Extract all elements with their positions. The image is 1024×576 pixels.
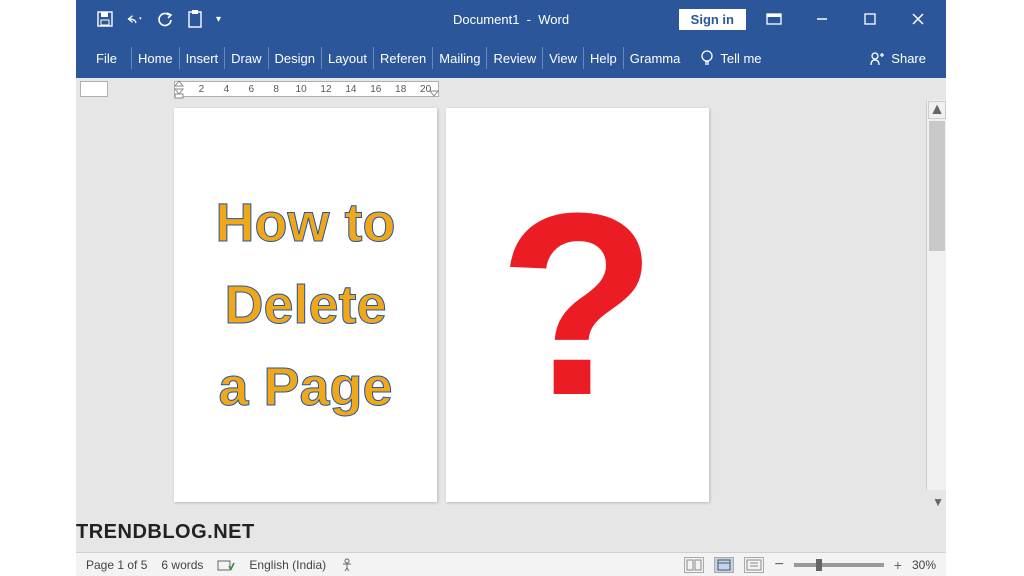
- ruler-tick: 4: [214, 84, 239, 95]
- undo-icon[interactable]: [126, 10, 144, 28]
- read-mode-icon[interactable]: [684, 557, 704, 573]
- tab-grammar[interactable]: Gramma: [623, 47, 687, 69]
- app-name: Word: [538, 12, 569, 27]
- watermark: TRENDBLOG.NET: [76, 521, 255, 544]
- zoom-out-icon[interactable]: −: [774, 556, 783, 574]
- ruler-area: 2 4 6 8 10 12 14 16 18 20: [76, 78, 946, 100]
- tab-draw[interactable]: Draw: [224, 47, 267, 69]
- tab-help[interactable]: Help: [583, 47, 623, 69]
- page1-line1[interactable]: How to: [216, 196, 396, 250]
- page-1[interactable]: How to Delete a Page: [174, 108, 437, 502]
- ribbon-display-icon[interactable]: [754, 4, 794, 34]
- spellcheck-icon[interactable]: [217, 558, 235, 572]
- statusbar-right: − + 30%: [684, 556, 936, 574]
- document-area[interactable]: How to Delete a Page ?: [76, 100, 946, 576]
- zoom-slider[interactable]: [794, 563, 884, 567]
- indent-marker-icon[interactable]: [173, 79, 185, 99]
- tab-design[interactable]: Design: [268, 47, 321, 69]
- qat-dropdown-icon[interactable]: ▾: [216, 14, 221, 25]
- ruler-tick: 14: [338, 84, 363, 95]
- zoom-slider-thumb[interactable]: [816, 559, 822, 571]
- tab-mailings[interactable]: Mailing: [432, 47, 486, 69]
- doc-name: Document1: [453, 12, 519, 27]
- ruler-tick: 8: [264, 84, 289, 95]
- paste-icon[interactable]: [186, 10, 204, 28]
- close-icon[interactable]: [898, 4, 938, 34]
- zoom-in-icon[interactable]: +: [894, 557, 902, 573]
- ribbon-tabs: File Home Insert Draw Design Layout Refe…: [76, 38, 946, 78]
- ruler-tick: 16: [363, 84, 388, 95]
- signin-button[interactable]: Sign in: [679, 9, 746, 30]
- titlebar-right: Sign in: [679, 4, 946, 34]
- statusbar: Page 1 of 5 6 words English (India) − + …: [76, 552, 946, 576]
- scroll-thumb[interactable]: [929, 121, 945, 251]
- tab-references[interactable]: Referen: [373, 47, 432, 69]
- accessibility-icon[interactable]: [340, 558, 354, 572]
- maximize-icon[interactable]: [850, 4, 890, 34]
- ruler-tick: 12: [314, 84, 339, 95]
- page-count[interactable]: Page 1 of 5: [86, 558, 147, 572]
- print-layout-icon[interactable]: [714, 557, 734, 573]
- ruler-tick: 2: [189, 84, 214, 95]
- tell-me-label: Tell me: [720, 51, 761, 66]
- save-icon[interactable]: [96, 10, 114, 28]
- scroll-down-icon[interactable]: ▼: [932, 495, 944, 509]
- window-title: Document1 - Word: [453, 12, 569, 27]
- vertical-scrollbar[interactable]: ▲: [926, 100, 946, 490]
- language-status[interactable]: English (India): [249, 558, 326, 572]
- tab-layout[interactable]: Layout: [321, 47, 373, 69]
- word-window: ▾ Document1 - Word Sign in File Home: [76, 0, 946, 576]
- tab-review[interactable]: Review: [486, 47, 542, 69]
- quick-access-toolbar: ▾: [76, 10, 221, 28]
- tell-me[interactable]: Tell me: [692, 50, 769, 66]
- tab-home[interactable]: Home: [131, 47, 179, 69]
- tab-view[interactable]: View: [542, 47, 583, 69]
- question-mark-graphic[interactable]: ?: [498, 195, 657, 416]
- scroll-up-icon[interactable]: ▲: [928, 101, 946, 119]
- titlebar: ▾ Document1 - Word Sign in: [76, 0, 946, 38]
- lightbulb-icon: [700, 50, 714, 66]
- ruler-corner[interactable]: [80, 81, 108, 97]
- share-icon: [869, 50, 885, 66]
- word-count[interactable]: 6 words: [161, 558, 203, 572]
- tab-file[interactable]: File: [82, 47, 131, 69]
- ruler-tick: 10: [289, 84, 314, 95]
- page-2[interactable]: ?: [446, 108, 709, 502]
- redo-icon[interactable]: [156, 10, 174, 28]
- share-label: Share: [891, 51, 926, 66]
- share-button[interactable]: Share: [869, 50, 940, 66]
- ruler-tick: 18: [388, 84, 413, 95]
- page1-line3[interactable]: a Page: [218, 360, 392, 414]
- tab-insert[interactable]: Insert: [179, 47, 225, 69]
- minimize-icon[interactable]: [802, 4, 842, 34]
- horizontal-ruler[interactable]: 2 4 6 8 10 12 14 16 18 20: [174, 81, 439, 97]
- zoom-level[interactable]: 30%: [912, 558, 936, 572]
- ruler-tick: 6: [239, 84, 264, 95]
- page1-line2[interactable]: Delete: [224, 278, 386, 332]
- web-layout-icon[interactable]: [744, 557, 764, 573]
